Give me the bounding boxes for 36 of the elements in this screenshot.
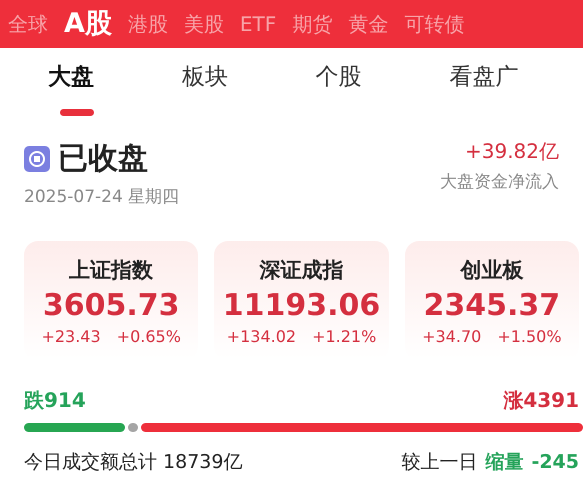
rising-count: 涨4391 (503, 387, 579, 414)
volume-change-value: -245 (531, 450, 579, 475)
compare-label: 较上一日 (401, 450, 478, 475)
index-value: 3605.73 (42, 287, 180, 325)
index-change: +23.43 (41, 326, 101, 348)
net-inflow-value: +39.82亿 (464, 138, 559, 165)
index-name: 上证指数 (68, 256, 154, 284)
market-tab[interactable]: 期货 (292, 9, 332, 39)
date-text: 2025-07-24 星期四 (24, 186, 180, 209)
market-tab[interactable]: 港股 (128, 9, 168, 39)
index-percent: +1.50% (497, 326, 562, 348)
market-tab[interactable]: 黄金 (348, 9, 388, 39)
stop-icon (24, 146, 50, 172)
net-inflow-label: 大盘资金净流入 (440, 171, 559, 194)
sub-tab[interactable]: 大盘 (48, 48, 182, 128)
sub-tab[interactable]: 板块 (182, 48, 316, 128)
falling-count: 跌914 (24, 387, 86, 414)
market-tab[interactable]: ETF (240, 9, 276, 39)
status-title: 已收盘 (58, 140, 148, 178)
market-tab[interactable]: 可转债 (404, 9, 464, 39)
flat-share-segment (128, 423, 138, 432)
sub-tab[interactable]: 看盘广 (449, 48, 583, 128)
market-tab[interactable]: 美股 (184, 9, 224, 39)
index-value: 11193.06 (222, 287, 382, 325)
index-percent: +0.65% (116, 326, 181, 348)
index-change: +134.02 (226, 326, 296, 348)
index-name: 深证成指 (258, 256, 344, 284)
index-percent: +1.21% (312, 326, 376, 348)
index-change: +34.70 (422, 326, 482, 348)
volume-change-tag: 缩量 (485, 448, 524, 476)
turnover-total: 今日成交额总计 18739亿 (24, 450, 242, 475)
index-value: 2345.37 (422, 287, 562, 325)
index-name: 创业板 (459, 256, 524, 284)
market-tab[interactable]: 全球 (8, 9, 48, 39)
sub-tab[interactable]: 个股 (316, 48, 450, 128)
market-tab[interactable]: A股 (64, 4, 112, 44)
